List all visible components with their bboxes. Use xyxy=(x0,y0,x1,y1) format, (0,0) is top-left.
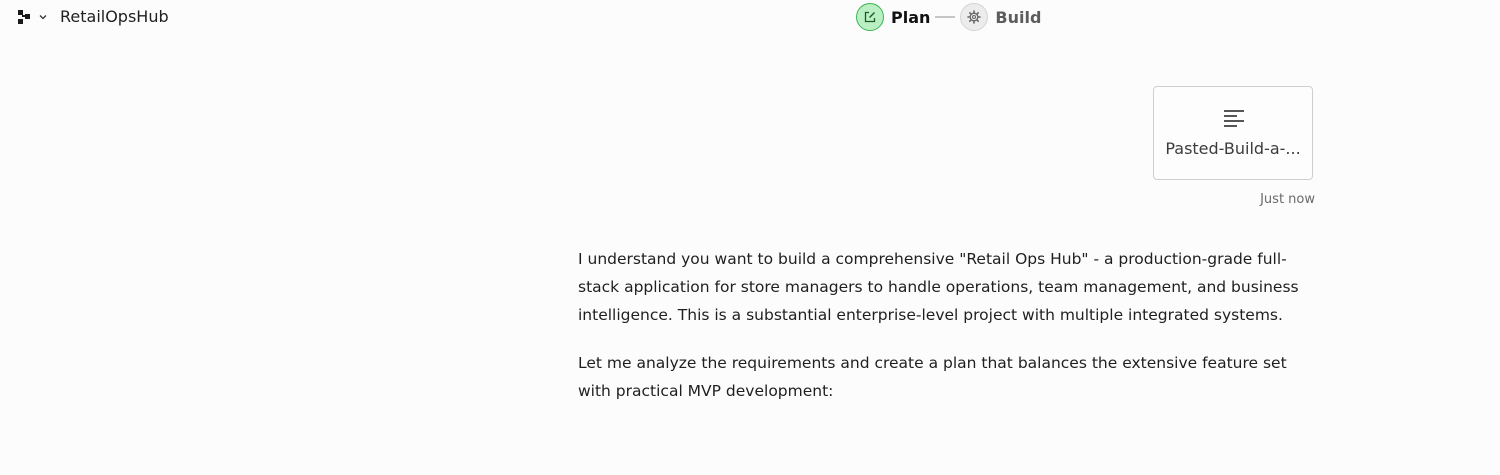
edit-icon xyxy=(864,11,876,23)
step-build-indicator xyxy=(960,3,989,31)
chevron-down-icon xyxy=(39,14,47,19)
message-paragraph: I understand you want to build a compreh… xyxy=(578,250,1299,324)
step-build-label: Build xyxy=(995,7,1042,27)
project-name: RetailOpsHub xyxy=(60,7,169,26)
attachment-name: Pasted-Build-a-... xyxy=(1165,139,1301,158)
top-bar: RetailOpsHub Plan Build xyxy=(0,0,1500,36)
step-plan-indicator xyxy=(856,3,884,31)
attachment-card[interactable]: Pasted-Build-a-... xyxy=(1153,86,1313,180)
assistant-message: I understand you want to build a compreh… xyxy=(578,245,1308,425)
message-timestamp: Just now xyxy=(1260,192,1315,207)
step-connector xyxy=(935,16,956,18)
gear-icon xyxy=(967,10,982,24)
message-paragraph: Let me analyze the requirements and crea… xyxy=(578,354,1287,400)
project-switcher[interactable]: RetailOpsHub xyxy=(18,7,169,26)
org-tree-icon xyxy=(18,9,30,24)
step-plan[interactable]: Plan xyxy=(856,3,930,31)
step-plan-label: Plan xyxy=(891,7,931,27)
workflow-steps: Plan Build xyxy=(856,3,1041,31)
text-lines-icon xyxy=(1224,110,1244,127)
step-build[interactable]: Build xyxy=(960,3,1041,31)
